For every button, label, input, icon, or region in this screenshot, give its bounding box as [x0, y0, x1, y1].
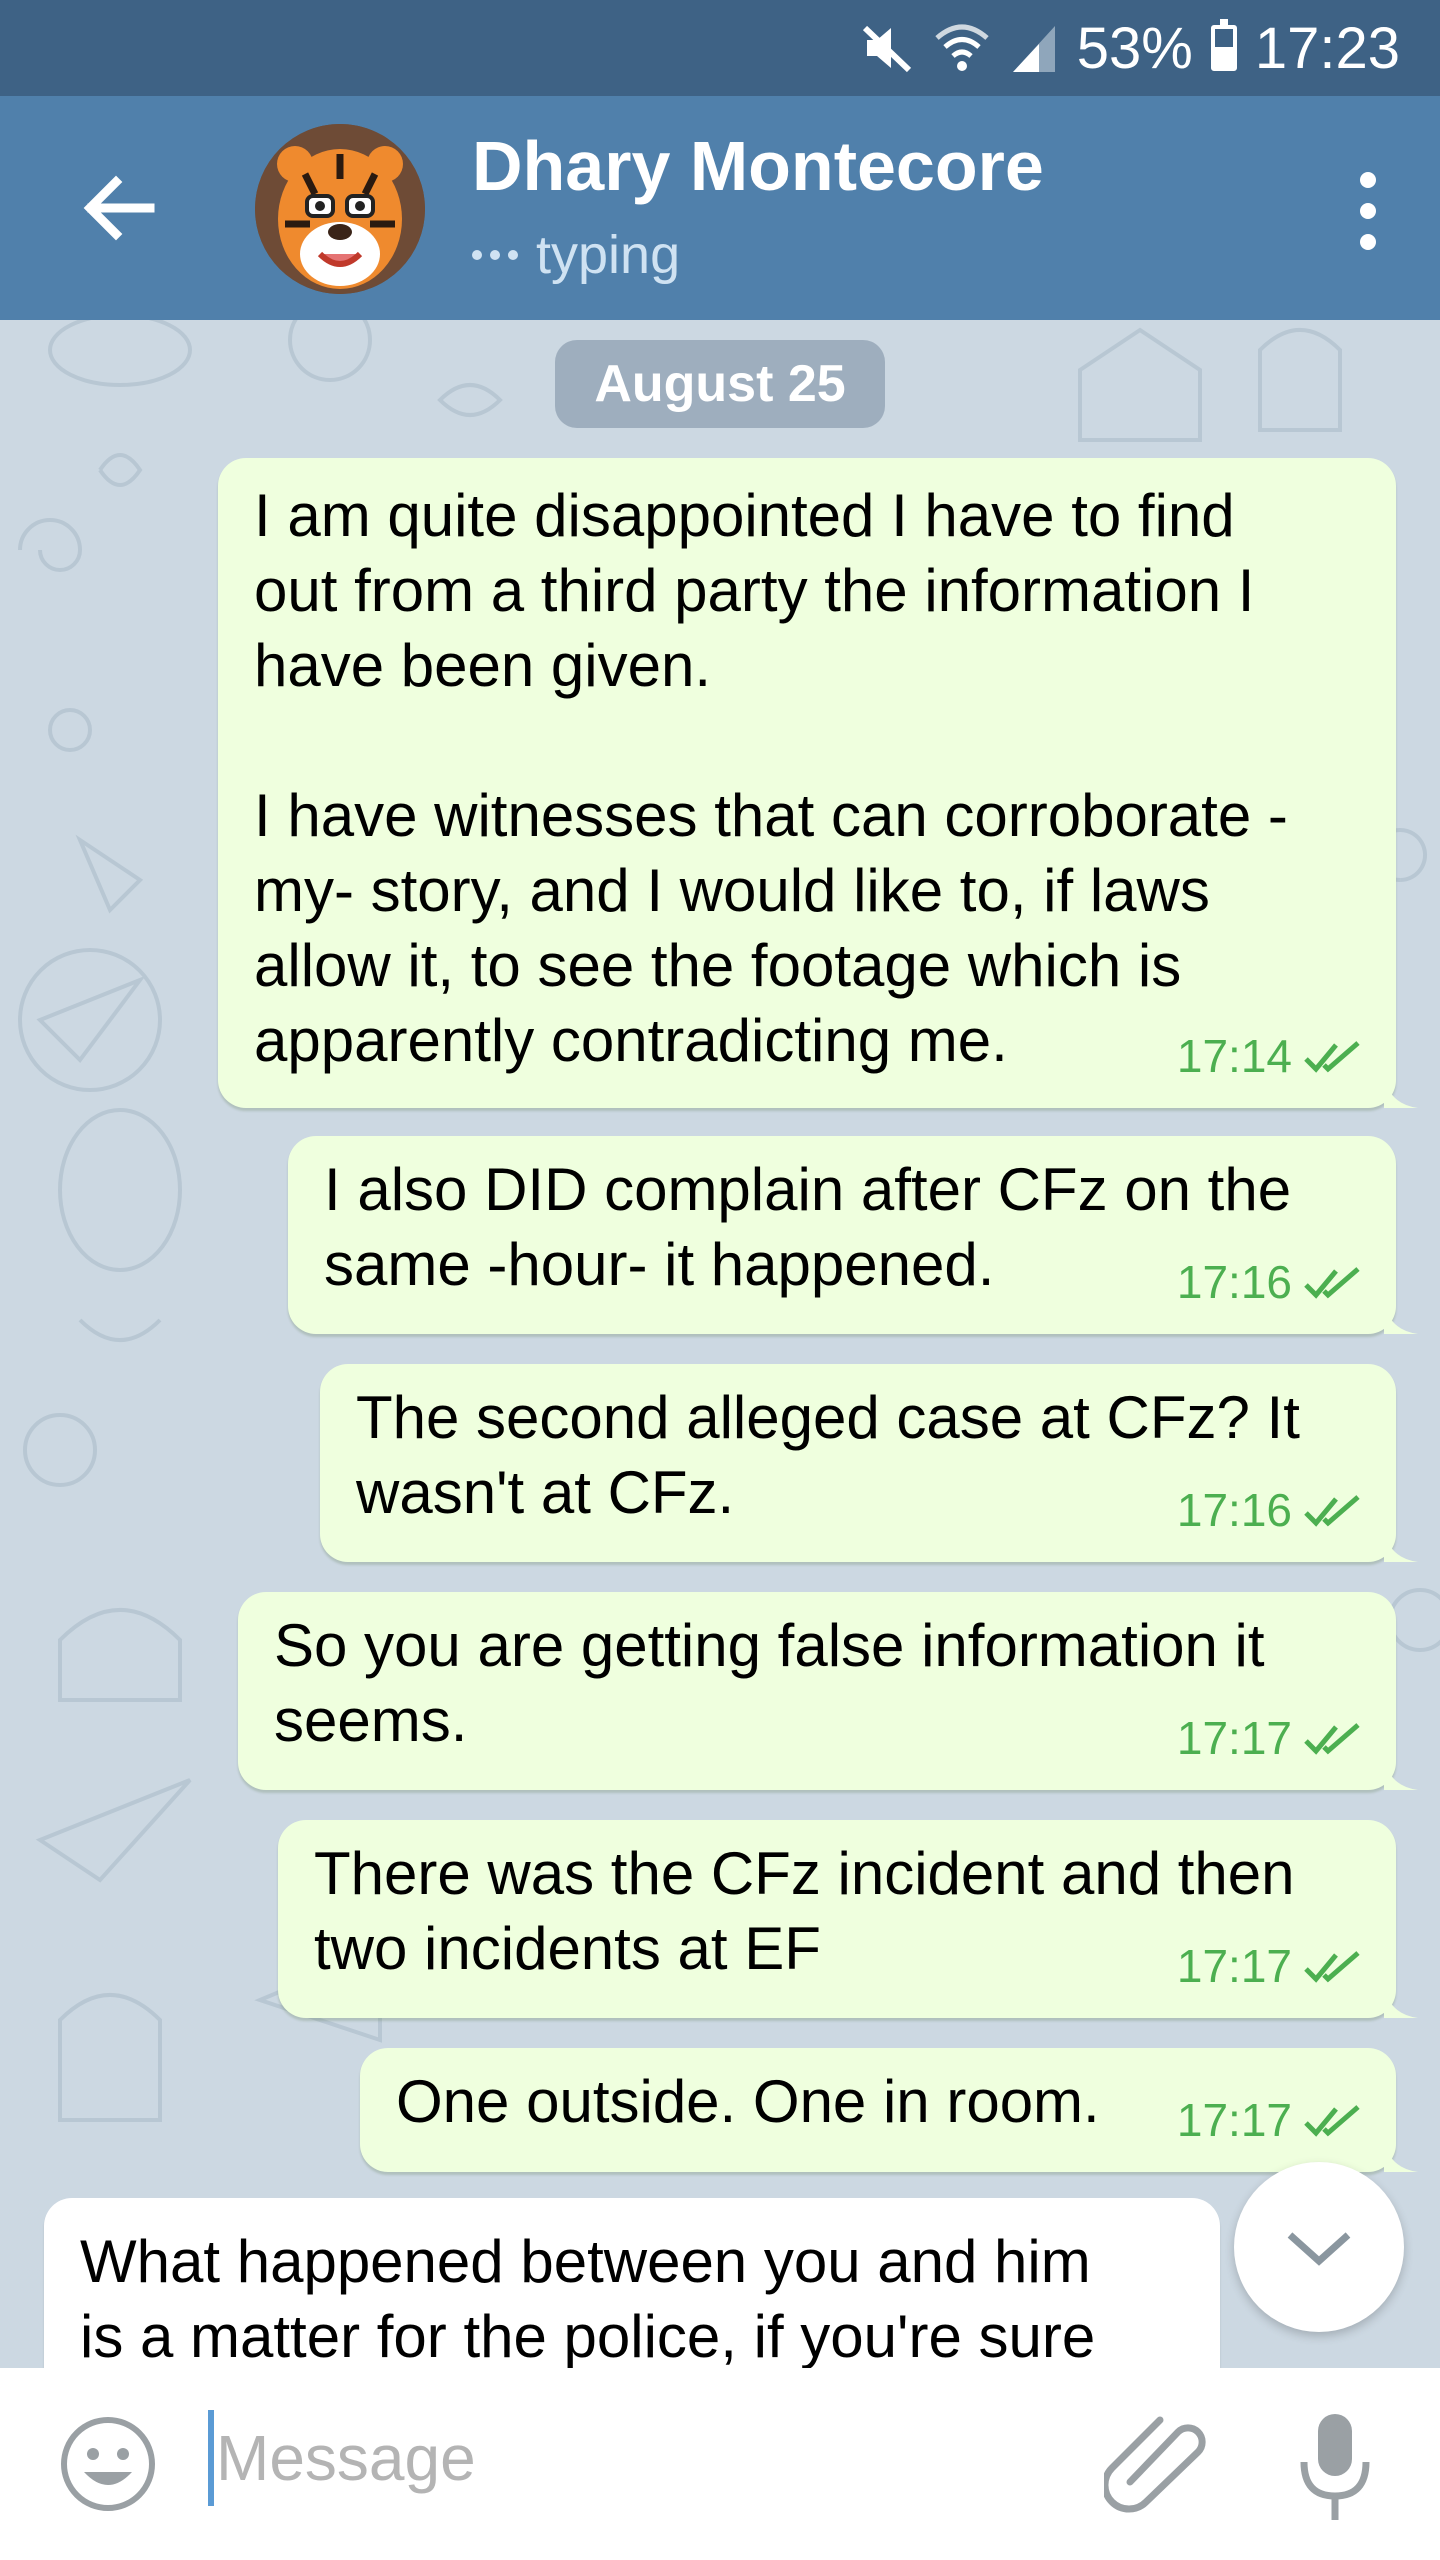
message-text: What happened between you and him is a m… [80, 2228, 1096, 2368]
message-time: 17:17 [1176, 2094, 1292, 2146]
message-meta: 17:17 [1177, 1929, 1366, 2004]
message-time: 17:17 [1176, 1712, 1292, 1764]
chat-header: Dhary Montecore typing [0, 96, 1440, 320]
status-bar: 53% 17:23 [0, 0, 1440, 96]
outgoing-message[interactable]: I also DID complain after CFz on the sam… [288, 1136, 1418, 1334]
message-text: I am quite disappointed I have to find o… [254, 482, 1288, 1074]
message-meta: 17:16 [1177, 1245, 1366, 1320]
outgoing-message[interactable]: I am quite disappointed I have to find o… [218, 458, 1418, 1108]
message-time: 17:14 [1176, 1030, 1292, 1082]
battery-icon [1210, 19, 1237, 71]
text-cursor [208, 2410, 214, 2506]
incoming-message[interactable]: What happened between you and him is a m… [44, 2198, 1220, 2368]
bubble-tail [1384, 1756, 1418, 1790]
message-time: 17:17 [1176, 1940, 1292, 1992]
bubble-tail [1384, 1074, 1418, 1108]
bubble-tail [1384, 2138, 1418, 2172]
chat-area[interactable]: August 25 I am quite disappointed I have… [0, 320, 1440, 2368]
date-separator: August 25 [555, 340, 885, 428]
outgoing-message[interactable]: So you are getting false information it … [238, 1592, 1418, 1790]
outgoing-message[interactable]: The second alleged case at CFz? It wasn'… [320, 1364, 1418, 1562]
tiger-avatar-icon [255, 124, 425, 294]
bubble-tail [1384, 1300, 1418, 1334]
bubble-tail [1384, 1984, 1418, 2018]
back-arrow-icon[interactable] [70, 158, 170, 258]
message-composer [0, 2368, 1440, 2560]
message-input[interactable] [216, 2408, 1056, 2508]
mute-icon [862, 25, 911, 73]
typing-dots-icon [472, 250, 518, 260]
double-check-icon [1304, 1722, 1360, 1755]
microphone-icon[interactable] [1290, 2408, 1380, 2528]
outgoing-message[interactable]: One outside. One in room. 17:17 [360, 2048, 1418, 2172]
message-meta: 17:16 [1177, 1473, 1366, 1548]
typing-label: typing [536, 225, 681, 285]
clock: 17:23 [1254, 15, 1400, 81]
chevron-down-icon [1287, 2232, 1351, 2266]
attach-icon[interactable] [1104, 2408, 1214, 2518]
more-vert-icon[interactable] [1348, 166, 1388, 256]
double-check-icon [1304, 1950, 1360, 1983]
outgoing-message[interactable]: There was the CFz incident and then two … [278, 1820, 1418, 2018]
double-check-icon [1304, 1040, 1360, 1073]
message-meta: 17:14 [1177, 1019, 1366, 1094]
signal-icon [1012, 26, 1055, 72]
typing-status: typing [472, 224, 680, 286]
message-time: 17:16 [1176, 1256, 1292, 1308]
bubble-tail [1384, 1528, 1418, 1562]
message-meta: 17:17 [1177, 1701, 1366, 1776]
emoji-icon[interactable] [58, 2414, 158, 2514]
avatar[interactable] [255, 124, 425, 294]
scroll-down-button[interactable] [1234, 2162, 1404, 2332]
contact-name[interactable]: Dhary Montecore [472, 126, 1044, 206]
message-time: 17:16 [1176, 1484, 1292, 1536]
message-meta: 17:17 [1177, 2083, 1366, 2158]
wifi-icon [935, 24, 989, 71]
battery-percent: 53% [1076, 15, 1193, 81]
double-check-icon [1304, 1494, 1360, 1527]
double-check-icon [1304, 1266, 1360, 1299]
status-icons: 53% 17:23 [859, 0, 1400, 96]
double-check-icon [1304, 2104, 1360, 2137]
